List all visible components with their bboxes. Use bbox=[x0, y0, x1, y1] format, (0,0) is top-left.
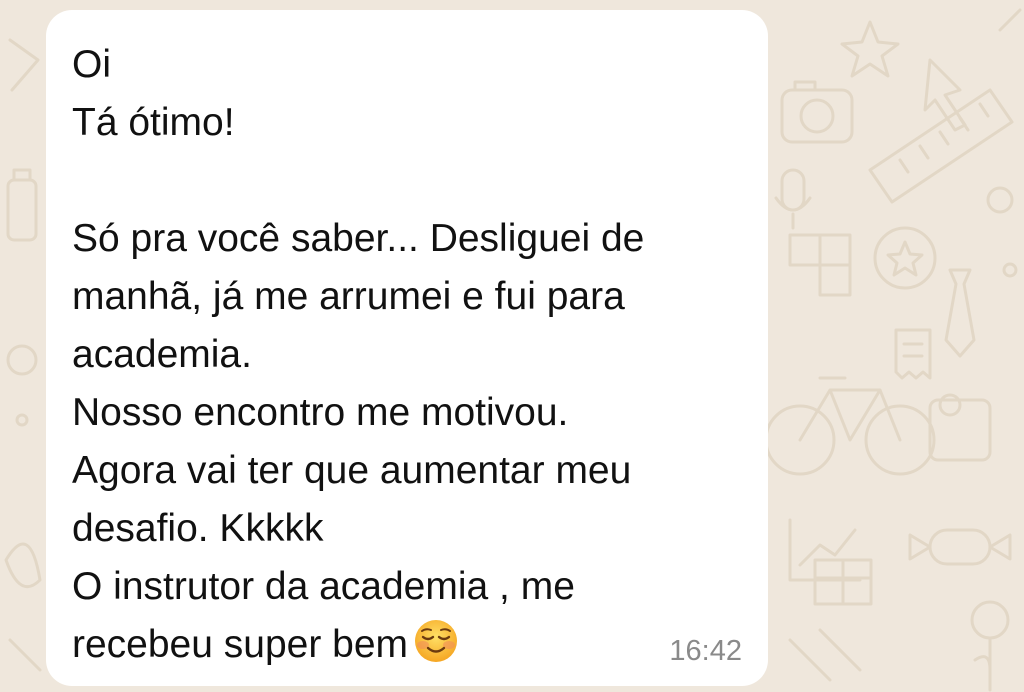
doodle-microphone-icon bbox=[774, 168, 812, 230]
doodle-badge-icon bbox=[873, 226, 937, 290]
doodle-bottom-lines-icon bbox=[788, 628, 862, 682]
message-timestamp: 16:42 bbox=[669, 635, 742, 667]
message-line: Nosso encontro me motivou. bbox=[72, 391, 569, 434]
message-line: manhã, já me arrumei e fui para bbox=[72, 275, 625, 318]
doodle-left-circle-icon bbox=[6, 344, 38, 427]
doodle-gift-icon bbox=[813, 558, 873, 606]
doodle-bicycle-icon bbox=[764, 376, 936, 476]
message-line: Tá ótimo! bbox=[72, 101, 235, 144]
incoming-message-bubble[interactable]: Oi Tá ótimo! Só pra você saber... Deslig… bbox=[46, 10, 768, 686]
doodle-tie-icon bbox=[944, 268, 976, 358]
doodle-camera-icon bbox=[780, 80, 854, 144]
doodle-left-compass-icon bbox=[8, 38, 40, 92]
message-line: Oi bbox=[72, 43, 111, 86]
doodle-receipt-icon bbox=[894, 328, 932, 380]
doodle-grid-icon bbox=[788, 233, 852, 297]
doodle-tape-icon bbox=[986, 8, 1022, 278]
doodle-chart-icon bbox=[788, 518, 862, 582]
message-line: Só pra você saber... Desliguei de bbox=[72, 217, 645, 260]
message-line: O instrutor da academia , me bbox=[72, 565, 575, 608]
message-line: desafio. Kkkkk bbox=[72, 507, 324, 550]
doodle-left-leaf-icon bbox=[4, 542, 42, 672]
message-text: Oi Tá ótimo! Só pra você saber... Deslig… bbox=[72, 36, 740, 674]
message-line: recebeu super bem bbox=[72, 623, 409, 666]
smiling-face-icon bbox=[415, 620, 458, 662]
doodle-flower-icon bbox=[970, 600, 1010, 692]
doodle-candy-icon bbox=[908, 528, 1012, 566]
message-line: academia. bbox=[72, 333, 252, 376]
message-line: Agora vai ter que aumentar meu bbox=[72, 449, 632, 492]
doodle-glass-icon bbox=[928, 393, 992, 462]
doodle-star-icon bbox=[840, 20, 900, 78]
doodle-left-bottle-icon bbox=[6, 168, 38, 242]
